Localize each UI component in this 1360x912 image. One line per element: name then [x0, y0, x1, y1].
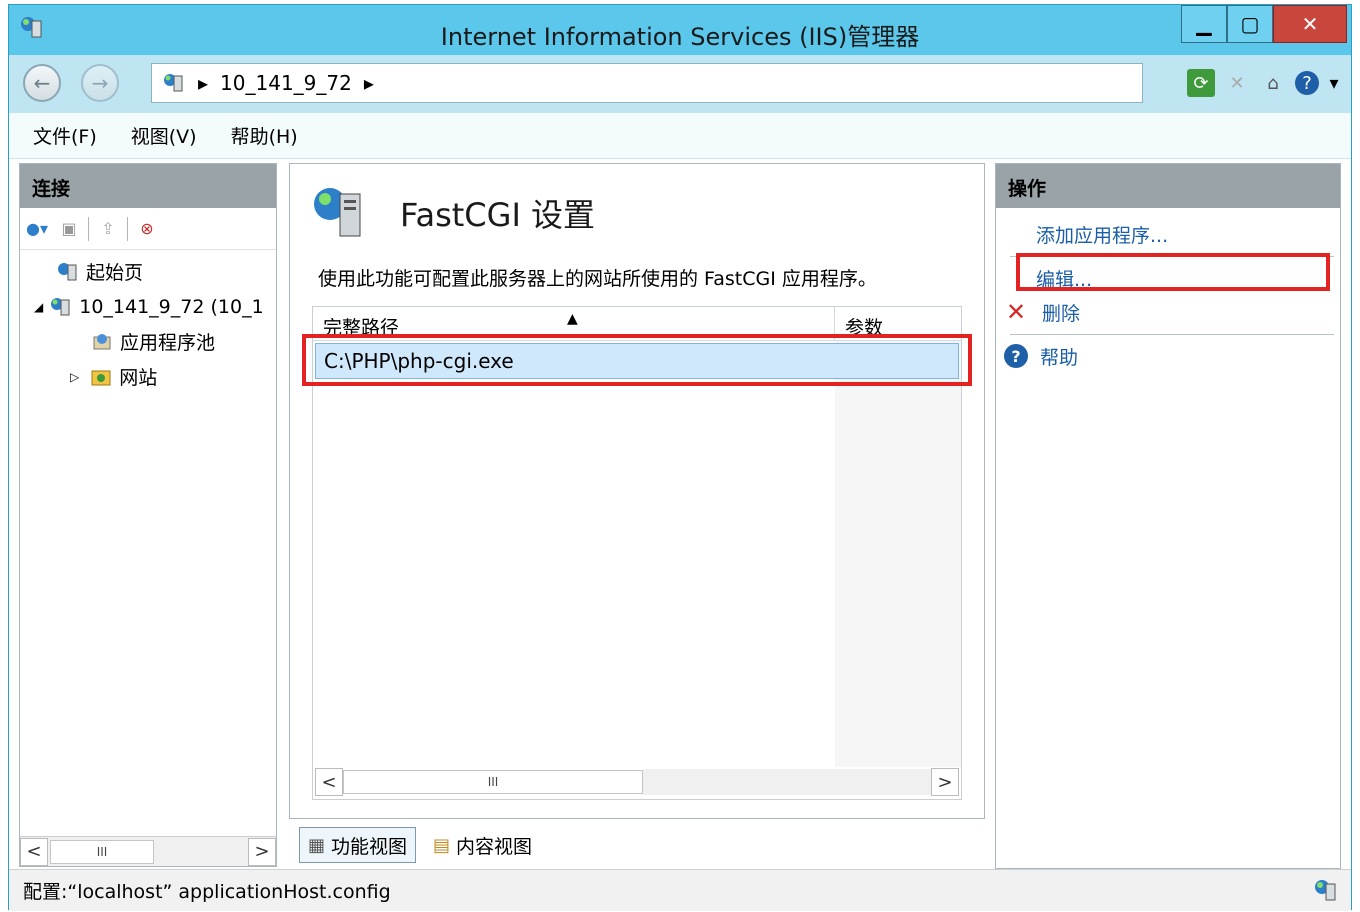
- scroll-left-icon[interactable]: <: [20, 837, 48, 866]
- start-page-icon: [58, 262, 77, 280]
- scroll-right-icon[interactable]: >: [248, 837, 276, 866]
- server-icon: [164, 74, 183, 92]
- forward-button[interactable]: →: [81, 64, 119, 102]
- toolbar-separator: [88, 216, 89, 241]
- action-label: 删除: [1042, 302, 1081, 325]
- menu-bar: 文件(F) 视图(V) 帮助(H): [9, 113, 1351, 159]
- tree-label: 应用程序池: [120, 332, 216, 354]
- action-label: 添加应用程序...: [1036, 224, 1169, 247]
- tree-label: 网站: [119, 367, 158, 389]
- app-pool-icon: [93, 333, 111, 349]
- navigation-bar: ← → ▸ 10_141_9_72 ▸ ⟳ ✕ ⌂ ? ▾: [9, 55, 1351, 113]
- scroll-right-icon[interactable]: >: [931, 768, 959, 796]
- tree-label: 10_141_9_72 (10_1: [79, 295, 264, 318]
- status-bar: 配置:“localhost” applicationHost.config: [9, 869, 1351, 911]
- row-path: C:\PHP\php-cgi.exe: [324, 349, 514, 373]
- chevron-right-icon[interactable]: ▸: [364, 71, 374, 95]
- action-divider: [1010, 334, 1334, 335]
- connections-toolbar: ●▾ ▣ ⇪ ⊗: [20, 208, 276, 250]
- stop-icon[interactable]: ✕: [1223, 69, 1251, 97]
- tree-item-app-pools[interactable]: 应用程序池: [20, 324, 276, 359]
- menu-help[interactable]: 帮助(H): [231, 122, 298, 149]
- action-help[interactable]: ? 帮助: [996, 338, 1340, 374]
- page-title: FastCGI 设置: [400, 196, 596, 234]
- close-button[interactable]: ✕: [1273, 5, 1347, 43]
- tree-item-sites[interactable]: ▷ 网站: [20, 359, 276, 394]
- window-controls: ▁ ▢ ✕: [1181, 5, 1347, 43]
- expand-icon[interactable]: ▷: [70, 370, 79, 384]
- tab-content-view[interactable]: ▤ 内容视图: [424, 827, 541, 863]
- refresh-icon[interactable]: ⟳: [1187, 69, 1215, 97]
- feature-panel: FastCGI 设置 使用此功能可配置此服务器上的网站所使用的 FastCGI …: [289, 163, 985, 819]
- action-add-application[interactable]: 添加应用程序...: [996, 216, 1340, 252]
- list-header: 完整路径 ▲ 参数: [313, 307, 961, 341]
- forward-arrow-icon: →: [91, 71, 109, 95]
- tree-item-server[interactable]: ◢ 10_141_9_72 (10_1: [20, 289, 276, 324]
- tab-label: 内容视图: [456, 835, 533, 858]
- collapse-icon[interactable]: ◢: [34, 300, 43, 314]
- actions-title: 操作: [996, 164, 1340, 208]
- highlight-box-edit: [1016, 253, 1330, 291]
- scrollbar-track[interactable]: [643, 769, 931, 795]
- minimize-button[interactable]: ▁: [1181, 5, 1227, 43]
- help-icon: ?: [1004, 344, 1028, 368]
- scrollbar-thumb[interactable]: III: [343, 770, 643, 794]
- chevron-down-icon[interactable]: ▾: [1327, 69, 1341, 97]
- connections-tree: 起始页 ◢ 10_141_9_72 (10_1 应用程序池 ▷ 网站: [20, 250, 276, 394]
- iis-window: Internet Information Services (IIS)管理器 ▁…: [8, 4, 1352, 911]
- up-level-icon[interactable]: ⇪: [95, 216, 121, 242]
- column-header-args[interactable]: 参数: [835, 307, 961, 341]
- tab-label: 功能视图: [331, 835, 408, 858]
- status-text: 配置:“localhost” applicationHost.config: [23, 881, 391, 903]
- server-status-icon: [1315, 880, 1336, 901]
- content-view-icon: ▤: [433, 834, 451, 856]
- nav-toolbar: ⟳ ✕ ⌂ ? ▾: [1187, 69, 1341, 97]
- toolbar-separator: [127, 216, 128, 241]
- back-arrow-icon: ←: [33, 71, 51, 95]
- window-title: Internet Information Services (IIS)管理器: [440, 23, 920, 51]
- features-view-icon: ▦: [308, 834, 326, 856]
- table-row[interactable]: C:\PHP\php-cgi.exe: [315, 343, 959, 379]
- action-label: 帮助: [1040, 346, 1079, 369]
- action-remove[interactable]: ✕ 删除: [996, 294, 1340, 330]
- tab-features-view[interactable]: ▦ 功能视图: [299, 827, 417, 863]
- title-bar: Internet Information Services (IIS)管理器 ▁…: [9, 5, 1351, 55]
- delete-icon: ✕: [1005, 298, 1027, 326]
- sites-folder-icon: [91, 370, 111, 385]
- back-button[interactable]: ←: [23, 64, 61, 102]
- home-icon[interactable]: ⌂: [1259, 69, 1287, 97]
- address-bar[interactable]: ▸ 10_141_9_72 ▸: [151, 63, 1143, 103]
- menu-view[interactable]: 视图(V): [131, 122, 197, 149]
- list-scrollbar[interactable]: < III >: [315, 767, 959, 797]
- tree-label: 起始页: [86, 262, 144, 284]
- connections-title: 连接: [20, 164, 276, 208]
- save-icon[interactable]: ▣: [56, 216, 82, 242]
- scrollbar-thumb[interactable]: III: [50, 839, 154, 864]
- tree-item-start-page[interactable]: 起始页: [20, 254, 276, 289]
- disconnect-icon[interactable]: ⊗: [134, 216, 160, 242]
- fastcgi-list: 完整路径 ▲ 参数 C:\PHP\php-cgi.exe < III >: [312, 306, 962, 800]
- help-icon[interactable]: ?: [1295, 71, 1319, 95]
- address-segment-server[interactable]: 10_141_9_72: [220, 71, 352, 95]
- maximize-button[interactable]: ▢: [1227, 5, 1273, 43]
- connections-scrollbar[interactable]: < III >: [20, 836, 276, 866]
- args-column-bg: [835, 341, 961, 767]
- connections-panel: 连接 ●▾ ▣ ⇪ ⊗ 起始页 ◢ 10_141_9_72 (10_1 应用程序…: [19, 163, 277, 867]
- menu-file[interactable]: 文件(F): [33, 122, 97, 149]
- server-icon: [51, 297, 70, 315]
- scroll-left-icon[interactable]: <: [315, 768, 343, 796]
- sort-ascending-icon: ▲: [567, 311, 578, 327]
- connect-icon[interactable]: ●▾: [24, 216, 50, 242]
- view-tabs: ▦ 功能视图 ▤ 内容视图: [299, 827, 541, 863]
- chevron-right-icon: ▸: [198, 71, 209, 95]
- page-description: 使用此功能可配置此服务器上的网站所使用的 FastCGI 应用程序。: [318, 268, 877, 290]
- fastcgi-icon: [314, 188, 361, 237]
